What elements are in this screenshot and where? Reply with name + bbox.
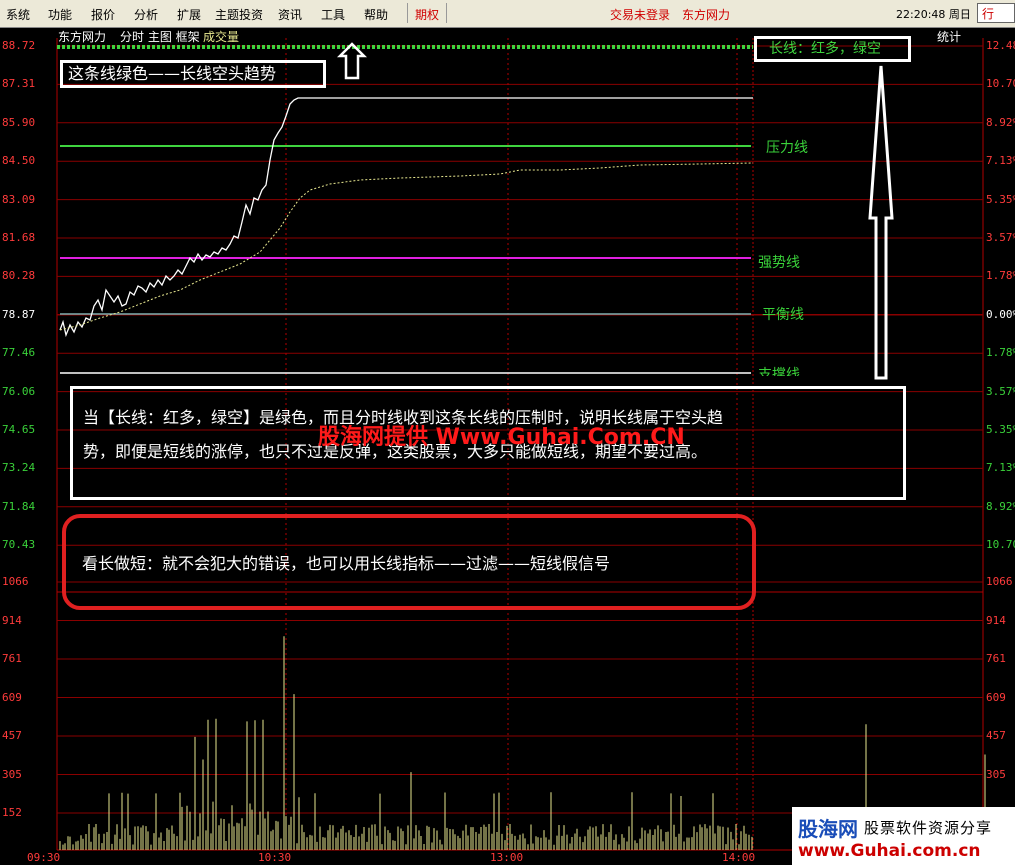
menu-divider [407,3,408,23]
watermark: 股海网提供 Www.Guhai.Com.CN [318,425,685,450]
percent-axis-label: 3.57% [986,384,1015,398]
percent-axis-label: 10.70% [986,538,1015,552]
percent-axis-label: 7.13% [986,154,1015,168]
percent-axis-label: 8.92% [986,115,1015,129]
price-axis-label: 83.09 [2,192,36,206]
price-axis-label: 85.90 [2,115,36,129]
menu-help[interactable]: 帮助 [364,6,388,23]
price-axis-label: 87.31 [2,77,36,91]
volume-axis-label: 152 [2,806,22,819]
menu-tools[interactable]: 工具 [321,6,345,23]
price-axis-label: 74.65 [2,423,36,436]
price-axis-label: 77.46 [2,346,36,360]
price-axis-label: 84.50 [2,154,36,168]
volume-axis-label: 761 [2,652,22,665]
stock-name: 东方网力 [58,30,107,44]
price-axis-label: 76.06 [2,384,36,398]
long-line-label: 长线：红多，绿空 [769,41,881,57]
menu-system[interactable]: 系统 [6,6,30,23]
chart-modes[interactable]: 分时 主图 框架 [120,28,200,45]
big-up-arrow-icon [868,65,894,380]
price-axis-label: 71.84 [2,499,36,513]
volume-axis-label: 609 [2,690,22,704]
volume-axis-label: 457 [2,729,22,742]
volume-axis-label: 305 [2,767,22,781]
logo-url: www.Guhai.com.cn [798,841,981,861]
menu-news[interactable]: 资讯 [278,6,302,23]
logo-slogan: 股票软件资源分享 [864,819,993,837]
red-note-box: 看长做短：就不会犯大的错误，也可以用长线指标——过滤——短线假信号 [62,514,756,610]
volume-axis-label: 1066 [986,575,1013,588]
percent-axis-label: 1.78% [986,346,1015,360]
percent-axis-label: 0.00% [986,307,1015,321]
volume-axis-label: 914 [2,613,22,627]
red-note-text: 看长做短：就不会犯大的错误，也可以用长线指标——过滤——短线假信号 [82,554,611,573]
price-line [59,97,753,338]
price-axis-label: 80.28 [2,269,36,283]
balance-line-label: 平衡线 [762,307,804,323]
volume-axis-label: 305 [986,767,1006,781]
percent-axis-label: 8.92% [986,499,1015,513]
menu-theme-invest[interactable]: 主题投资 [215,6,263,23]
volume-axis-label: 609 [986,690,1006,704]
top-note-box: 这条线绿色——长线空头趋势 [60,60,326,88]
indicator-name[interactable]: 成交量 [203,28,239,45]
percent-axis-label: 12.48% [986,39,1015,52]
menu-extend[interactable]: 扩展 [177,6,201,23]
login-status[interactable]: 交易未登录 [610,6,670,23]
top-note-text: 这条线绿色——长线空头趋势 [68,64,277,83]
percent-axis-label: 7.13% [986,461,1015,475]
long-line-label-box: 长线：红多，绿空 [754,36,911,62]
price-axis-label: 78.87 [2,307,36,321]
volume-axis-label: 457 [986,729,1006,742]
pressure-line-label: 压力线 [766,140,808,156]
volume-grid [57,581,983,814]
price-axis-label: 88.72 [2,39,36,52]
percent-axis-label: 5.35% [986,423,1015,436]
logo-brand: 股海网 [798,817,858,841]
average-line [59,162,754,331]
menu-bar: 系统 功能 报价 分析 扩展 主题投资 资讯 工具 帮助 期权 交易未登录 东方… [0,0,1015,28]
price-axis-label: 70.43 [2,538,36,552]
clock: 22:20:48 周日 [896,8,971,21]
stats-button[interactable]: 统计 [937,28,961,45]
menu-quote[interactable]: 报价 [91,6,115,23]
strong-line-label: 强势线 [758,255,800,271]
site-logo: 股海网 股票软件资源分享 www.Guhai.com.cn [792,807,1015,865]
volume-axis-label: 1066 [2,575,29,588]
menu-options[interactable]: 期权 [415,6,439,23]
trade-button[interactable]: 行 [977,3,1015,23]
menu-divider [446,3,447,23]
volume-axis-label: 761 [986,652,1006,665]
menu-function[interactable]: 功能 [48,6,72,23]
price-axis-label: 81.68 [2,231,36,244]
percent-axis-label: 10.70% [986,77,1015,91]
percent-axis-label: 5.35% [986,192,1015,206]
time-label: 09:30 [27,851,61,864]
support-line-label: 支撑线 [758,367,800,376]
time-label: 13:00 [490,851,524,864]
time-label: 14:00 [722,851,756,864]
time-label: 10:30 [258,851,292,864]
volume-axis-label: 914 [986,613,1006,627]
up-arrow-icon [336,42,368,80]
price-axis-label: 73.24 [2,461,36,475]
menu-analysis[interactable]: 分析 [134,6,158,23]
broker-name: 东方网力 [682,8,731,22]
percent-axis-label: 1.78% [986,269,1015,283]
percent-axis-label: 3.57% [986,231,1015,244]
